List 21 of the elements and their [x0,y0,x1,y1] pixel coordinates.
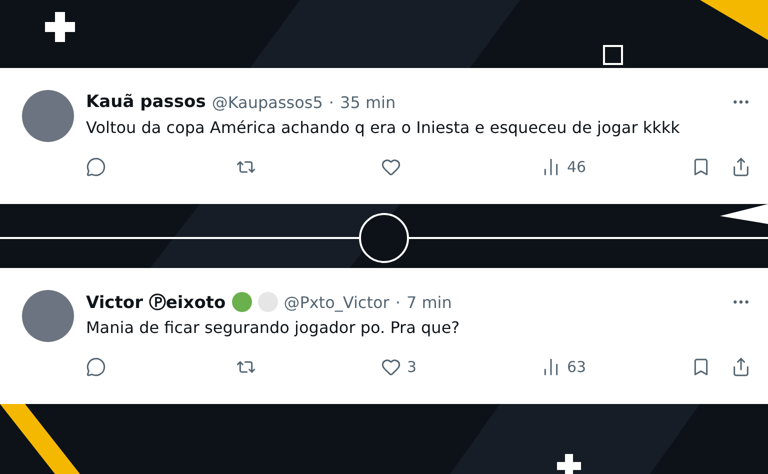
user-name: Kauã passos [86,92,206,112]
like-count: 3 [407,358,417,376]
post-time: 7 min [406,292,452,312]
user-name: Victor Ⓟeixoto [86,292,226,314]
like-icon[interactable] [381,157,401,177]
post-text: Mania de ficar segurando jogador po. Pra que? [86,318,461,337]
share-icon[interactable] [731,357,751,377]
post-text: Voltou da copa América achando q era o Iniesta e esqueceu de jogar kkkk [86,118,681,137]
post-time: 35 min [340,92,396,112]
avatar [22,90,74,142]
user-handle: @Pxto_Victor [284,292,390,312]
separator: · [395,292,400,312]
view-count: 63 [567,358,586,376]
view-count: 46 [567,158,586,176]
like-icon[interactable] [381,357,401,377]
separator: · [328,92,334,112]
user-handle: @Kaupassos5 [212,92,323,112]
share-icon[interactable] [731,157,751,177]
reply-icon[interactable] [86,157,106,177]
avatar [22,290,74,342]
reply-icon[interactable] [86,357,106,377]
